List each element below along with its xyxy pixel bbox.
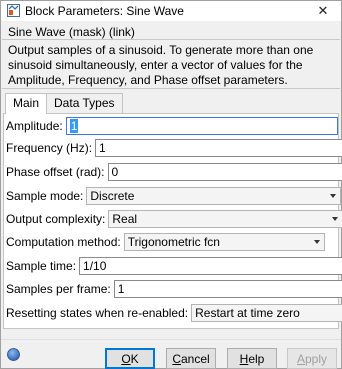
ok-label-rest: K [130, 351, 139, 366]
computation-method-select[interactable]: Trigonometric fcn [123, 233, 325, 251]
computation-method-value: Trigonometric fcn [127, 235, 220, 249]
main-tab-panel: Amplitude: 1 Frequency (Hz): 1 Phase off… [3, 113, 342, 329]
amplitude-value: 1 [69, 119, 79, 133]
chevron-down-icon [313, 240, 320, 244]
ok-button[interactable]: OK [105, 348, 155, 369]
samples-per-frame-field[interactable]: 1 [113, 280, 342, 298]
ok-mnemonic: O [121, 351, 131, 366]
computation-method-row: Computation method: Trigonometric fcn [6, 232, 325, 252]
close-icon[interactable]: ✕ [309, 1, 337, 21]
amplitude-field[interactable]: 1 [65, 117, 338, 135]
samples-per-frame-row: Samples per frame: 1 [6, 279, 342, 299]
block-description: Output samples of a sinusoid. To generat… [2, 39, 340, 89]
help-label-rest: elp [248, 351, 265, 366]
chevron-down-icon [332, 217, 339, 221]
phase-offset-row: Phase offset (rad): 0 [6, 162, 342, 182]
apply-mnemonic: A [296, 351, 305, 366]
phase-offset-field[interactable]: 0 [107, 163, 342, 181]
output-complexity-label: Output complexity: [6, 212, 106, 226]
frequency-row: Frequency (Hz): 1 [6, 138, 342, 158]
samples-per-frame-label: Samples per frame: [6, 282, 111, 296]
sample-time-label: Sample time: [6, 259, 77, 273]
frequency-field[interactable]: 1 [95, 139, 342, 157]
resetting-states-value: Restart at time zero [195, 306, 300, 320]
tab-main[interactable]: Main [5, 93, 48, 114]
sample-time-row: Sample time: 1/10 [6, 256, 342, 276]
footer-divider [1, 339, 341, 340]
simulink-block-icon [7, 4, 20, 17]
tab-data-types[interactable]: Data Types [46, 93, 123, 113]
output-complexity-row: Output complexity: Real [6, 209, 342, 229]
amplitude-row: Amplitude: 1 [6, 116, 338, 136]
chevron-down-icon [330, 194, 337, 198]
tab-strip: Main Data Types [5, 93, 123, 114]
output-complexity-select[interactable]: Real [108, 210, 342, 228]
computation-method-label: Computation method: [6, 235, 121, 249]
title-bar: Block Parameters: Sine Wave ✕ [1, 1, 341, 21]
apply-label-rest: pply [305, 351, 328, 366]
sample-mode-label: Sample mode: [6, 189, 84, 203]
cancel-mnemonic: C [172, 351, 181, 366]
frequency-label: Frequency (Hz): [6, 141, 93, 155]
help-button[interactable]: Help [227, 348, 277, 369]
sample-mode-row: Sample mode: Discrete [6, 186, 342, 206]
cancel-label-rest: ancel [180, 351, 210, 366]
help-circle-icon[interactable] [7, 348, 20, 361]
sample-mode-select[interactable]: Discrete [86, 187, 342, 205]
resetting-states-select[interactable]: Restart at time zero [191, 304, 342, 322]
block-parameters-dialog: Block Parameters: Sine Wave ✕ Sine Wave … [0, 0, 342, 369]
phase-offset-label: Phase offset (rad): [6, 165, 105, 179]
apply-button[interactable]: Apply [287, 348, 337, 369]
window-title: Block Parameters: Sine Wave [25, 4, 184, 18]
sample-time-field[interactable]: 1/10 [79, 257, 342, 275]
sample-mode-value: Discrete [90, 189, 135, 203]
help-mnemonic: H [239, 351, 249, 366]
resetting-states-label: Resetting states when re-enabled: [6, 306, 189, 320]
cancel-button[interactable]: Cancel [166, 348, 216, 369]
output-complexity-value: Real [112, 212, 138, 226]
mask-title: Sine Wave (mask) (link) [8, 25, 135, 39]
resetting-states-row: Resetting states when re-enabled: Restar… [6, 303, 342, 323]
amplitude-label: Amplitude: [6, 119, 63, 133]
